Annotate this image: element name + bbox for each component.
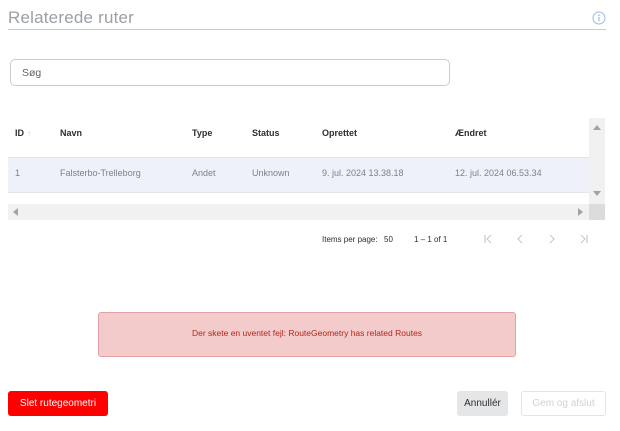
last-page-icon[interactable] xyxy=(576,231,592,247)
scroll-up-icon[interactable] xyxy=(593,125,601,130)
first-page-icon[interactable] xyxy=(480,231,496,247)
error-alert: Der skete en uventet fejl: RouteGeometry… xyxy=(98,312,516,357)
column-header-aendret[interactable]: Ændret xyxy=(455,128,487,138)
cell-type: Andet xyxy=(192,168,216,178)
table-row[interactable]: 1 Falsterbo-Trelleborg Andet Unknown 9. … xyxy=(8,158,589,193)
cell-status: Unknown xyxy=(252,168,290,178)
delete-route-geometry-button[interactable]: Slet rutegeometri xyxy=(8,391,108,416)
save-and-close-button[interactable]: Gem og afslut xyxy=(521,391,606,416)
error-message: Der skete en uventet fejl: RouteGeometry… xyxy=(191,328,423,338)
info-icon[interactable] xyxy=(592,11,606,25)
routes-table: ID ↑ Navn Type Status Oprettet Ændret 1 F… xyxy=(8,118,605,220)
horizontal-scrollbar[interactable] xyxy=(8,204,589,220)
scrollbar-corner xyxy=(589,204,605,220)
sort-arrow-up-icon: ↑ xyxy=(27,129,31,138)
cell-id: 1 xyxy=(15,168,21,178)
page-title: Relaterede ruter xyxy=(8,8,135,27)
scroll-down-icon[interactable] xyxy=(593,191,601,196)
cell-navn: Falsterbo-Trelleborg xyxy=(60,168,141,178)
column-header-oprettet[interactable]: Oprettet xyxy=(322,128,357,138)
items-per-page-label: Items per page: xyxy=(322,235,378,244)
cancel-button[interactable]: Annullér xyxy=(457,391,508,416)
items-per-page-select[interactable]: 50 xyxy=(384,235,393,244)
cell-oprettet: 9. jul. 2024 13.38.18 xyxy=(322,168,404,178)
scroll-right-icon[interactable] xyxy=(578,208,583,216)
paginator-range-label: 1 – 1 of 1 xyxy=(414,235,448,244)
column-header-status[interactable]: Status xyxy=(252,128,280,138)
search-input[interactable] xyxy=(10,59,450,86)
table-header: ID ↑ Navn Type Status Oprettet Ændret xyxy=(8,118,589,158)
cell-aendret: 12. jul. 2024 06.53.34 xyxy=(455,168,542,178)
column-header-type[interactable]: Type xyxy=(192,128,212,138)
next-page-icon[interactable] xyxy=(544,231,560,247)
title-divider xyxy=(8,29,606,30)
vertical-scrollbar[interactable] xyxy=(589,118,605,204)
previous-page-icon[interactable] xyxy=(512,231,528,247)
column-header-id[interactable]: ID ↑ xyxy=(15,128,31,139)
column-header-navn[interactable]: Navn xyxy=(60,128,82,138)
scroll-left-icon[interactable] xyxy=(13,208,18,216)
